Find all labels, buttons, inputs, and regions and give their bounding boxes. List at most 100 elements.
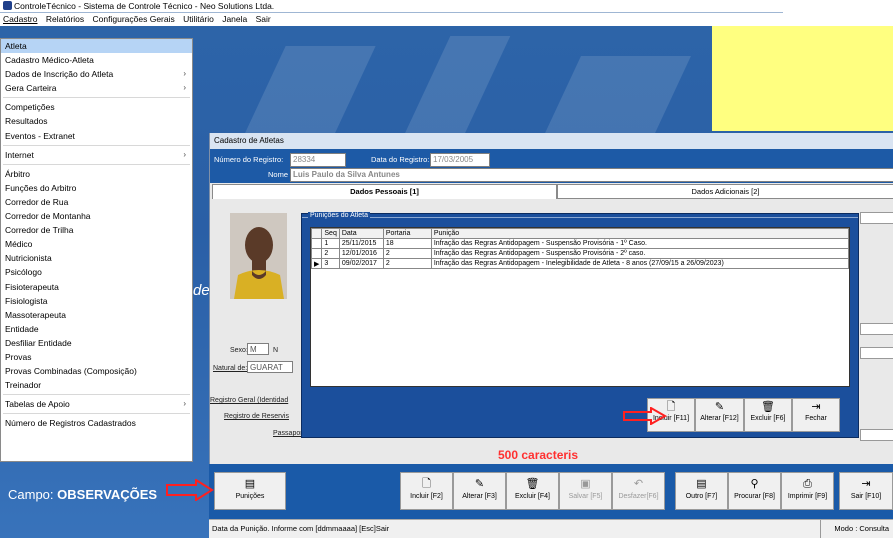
col-portaria[interactable]: Portaria [382,228,432,239]
cell-punicao: Infração das Regras Antidopagem - Suspen… [430,238,850,249]
menu-item-fisioterapeuta[interactable]: Fisioterapeuta [1,280,192,294]
table-row[interactable]: ▶ 3 09/02/2017 2 Infração das Regras Ant… [310,258,850,269]
table-row[interactable]: 2 12/01/2016 2 Infração das Regras Antid… [310,248,850,259]
menu-item-psicologo[interactable]: Psicólogo [1,265,192,279]
salvar-f5-button[interactable]: ▣ Salvar [F5] [559,472,612,510]
row-indicator [310,238,323,249]
table-row[interactable]: 1 25/11/2015 18 Infração das Regras Anti… [310,238,850,249]
binoculars-icon: ⚲ [750,478,759,490]
cell-portaria: 2 [382,248,432,259]
form-title: Cadastro de Atletas [210,133,893,149]
menu-item-nutricionista[interactable]: Nutricionista [1,251,192,265]
menu-item-competicoes[interactable]: Competições [1,100,192,114]
sexo-field[interactable]: M [247,343,269,355]
sexo-label: Sexo: [230,347,248,354]
status-divider [820,520,821,538]
menu-item-atleta[interactable]: Atleta [1,39,192,54]
alterar-f3-button[interactable]: ✎ Alterar [F3] [453,472,506,510]
menu-item-arbitro[interactable]: Árbitro [1,167,192,181]
data-label: Data do Registro: [371,155,430,164]
status-mode: Modo : Consulta [834,524,889,533]
cell-seq: 1 [321,238,340,249]
menu-item-corredor-montanha[interactable]: Corredor de Montanha [1,209,192,223]
sexo-next-label: N [273,347,279,354]
menu-item-tabelas-apoio[interactable]: Tabelas de Apoio › [1,397,192,411]
menu-item-eventos-extranet[interactable]: Eventos - Extranet [1,129,192,143]
procurar-f8-button[interactable]: ⚲ Procurar [F8] [728,472,781,510]
imprimir-f9-button[interactable]: ⎙ Imprimir [F9] [781,472,834,510]
menu-item-fisiologista[interactable]: Fisiologista [1,294,192,308]
tab-dados-pessoais[interactable]: Dados Pessoais [1] [212,184,557,199]
punicoes-grid[interactable]: Seq Data Portaria Punição 1 25/11/2015 1… [310,227,850,387]
field-stub[interactable] [860,323,893,335]
punicoes-legend: Punições do Atleta [308,212,370,219]
menu-cadastro[interactable]: Cadastro [3,14,38,24]
bottom-toolbar: ▤ Punições 🗋 Incluir [F2] ✎ Alterar [F3] 🗑 E… [209,464,893,519]
cell-portaria: 18 [382,238,432,249]
app-icon [3,1,12,10]
menu-item-provas[interactable]: Provas [1,350,192,364]
grid-indicator-header [310,228,323,239]
col-punicao[interactable]: Punição [430,228,850,239]
numero-field[interactable]: 28334 [290,153,346,167]
menu-relatorios[interactable]: Relatórios [46,14,84,24]
natural-field[interactable]: GUARAT [247,361,293,373]
menu-item-gera-carteira[interactable]: Gera Carteira › [1,81,192,95]
cell-data: 12/01/2016 [338,248,384,259]
natural-label: Natural de: [213,365,248,372]
exit-door-icon: ⇥ [811,401,821,413]
desfazer-f6-button[interactable]: ↶ Desfazer[F6] [612,472,665,510]
annotation-500-caracteres: 500 caracteris [498,448,579,462]
reservista-label: Registro de Reservis [224,413,289,420]
sair-f10-button[interactable]: ⇥ Sair [F10] [839,472,893,510]
status-message: Data da Punição. Informe com [ddmmaaaa] … [212,524,390,533]
field-stub[interactable] [860,347,893,359]
menu-item-funcoes-arbitro[interactable]: Funções do Arbitro [1,181,192,195]
data-field[interactable]: 17/03/2005 [430,153,490,167]
pencil-icon: ✎ [474,478,485,490]
document-icon: ▤ [696,478,707,490]
col-data[interactable]: Data [338,228,384,239]
submenu-arrow-icon: › [183,149,186,159]
numero-label: Número do Registro: [214,155,284,164]
excluir-f6-button[interactable]: 🗑 Excluir [F6] [744,398,792,432]
cell-seq: 3 [321,258,340,269]
incluir-f2-button[interactable]: 🗋 Incluir [F2] [400,472,453,510]
document-icon: ▤ [244,478,256,490]
status-bar: Data da Punição. Informe com [ddmmaaaa] … [209,519,893,538]
menu-utilitario[interactable]: Utilitário [183,14,214,24]
menu-item-corredor-rua[interactable]: Corredor de Rua [1,195,192,209]
cell-data: 09/02/2017 [338,258,384,269]
submenu-arrow-icon: › [183,399,186,409]
menu-item-treinador[interactable]: Treinador [1,378,192,392]
pencil-icon: ✎ [714,401,725,413]
excluir-f4-button[interactable]: 🗑 Excluir [F4] [506,472,559,510]
menu-item-internet[interactable]: Internet › [1,148,192,162]
outro-f7-button[interactable]: ▤ Outro [F7] [675,472,728,510]
rg-label: Registro Geral (Identidad [210,397,289,404]
trash-icon: 🗑 [761,401,775,413]
menu-item-massoterapeuta[interactable]: Massoterapeuta [1,308,192,322]
fechar-button[interactable]: ⇥ Fechar [792,398,840,432]
row-indicator-current-icon: ▶ [310,258,323,269]
col-seq[interactable]: Seq [321,228,340,239]
menu-item-medico[interactable]: Médico [1,237,192,251]
menu-item-corredor-trilha[interactable]: Corredor de Trilha [1,223,192,237]
menu-item-cadastro-medico[interactable]: Cadastro Médico-Atleta [1,53,192,67]
punicoes-button[interactable]: ▤ Punições [214,472,286,510]
menu-item-provas-combinadas[interactable]: Provas Combinadas (Composição) [1,364,192,378]
field-stub[interactable] [860,212,893,224]
alterar-f12-button[interactable]: ✎ Alterar [F12] [695,398,744,432]
menu-item-numero-registros[interactable]: Número de Registros Cadastrados [1,416,192,430]
menu-item-desfiliar-entidade[interactable]: Desfiliar Entidade [1,336,192,350]
tab-dados-adicionais[interactable]: Dados Adicionais [2] [557,184,893,199]
nome-label: Nome [268,170,289,179]
menu-sair[interactable]: Sair [256,14,271,24]
menu-item-resultados[interactable]: Resultados [1,114,192,128]
field-stub[interactable] [860,429,893,441]
menu-janela[interactable]: Janela [222,14,247,24]
nome-field[interactable]: Luis Paulo da Silva Antunes [290,168,893,182]
menu-item-entidade[interactable]: Entidade [1,322,192,336]
menu-item-dados-inscricao[interactable]: Dados de Inscrição do Atleta › [1,67,192,81]
menu-configuracoes[interactable]: Configurações Gerais [93,14,175,24]
